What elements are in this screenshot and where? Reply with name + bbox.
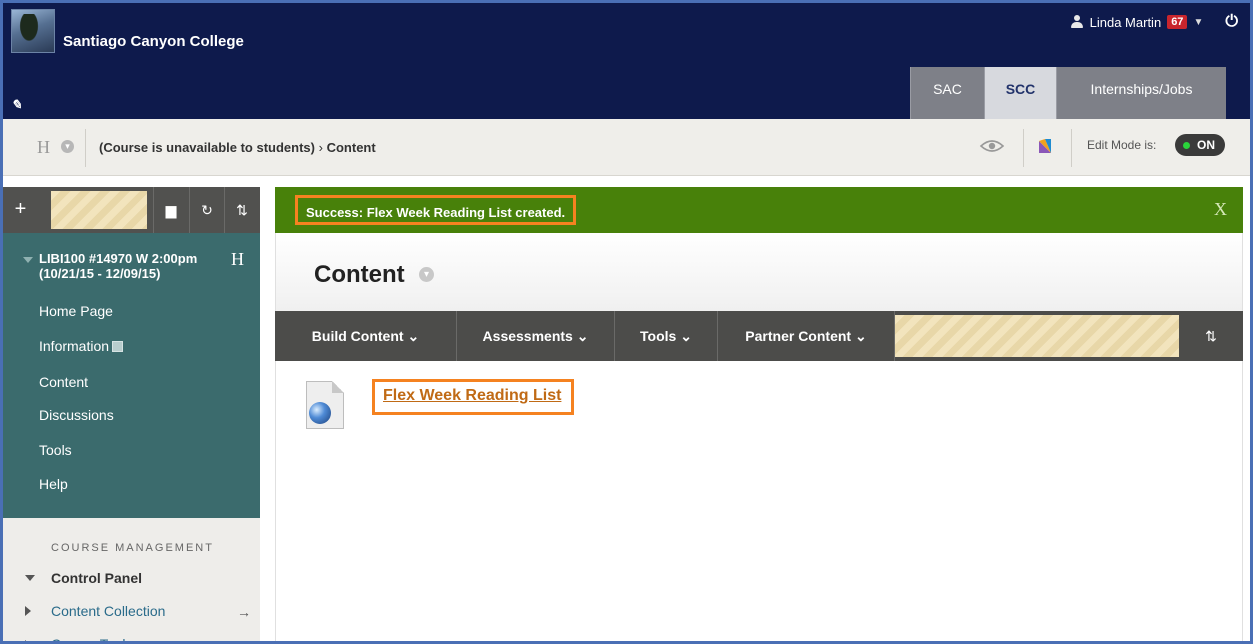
app-window: Santiago Canyon College ✎ Linda Martin 6…: [0, 0, 1253, 644]
user-name[interactable]: Linda Martin: [1090, 15, 1162, 30]
web-link-item-icon: [306, 381, 344, 429]
breadcrumb-course-status[interactable]: (Course is unavailable to students): [99, 140, 315, 155]
close-icon[interactable]: X: [1214, 199, 1227, 220]
status-dot-icon: [1183, 142, 1190, 149]
arrow-right-icon[interactable]: →: [237, 604, 251, 620]
tools-button[interactable]: Tools ⌄: [615, 311, 718, 361]
breadcrumb-separator: ›: [318, 140, 323, 155]
sidebar-item-discussions[interactable]: Discussions: [39, 407, 114, 423]
folder-icon[interactable]: ▆: [153, 187, 188, 233]
chevron-down-icon[interactable]: ▼: [1193, 17, 1203, 28]
control-panel-label[interactable]: Control Panel: [51, 570, 142, 586]
user-icon: [1070, 15, 1084, 29]
course-title[interactable]: LIBI100 #14970 W 2:00pm (10/21/15 - 12/0…: [39, 251, 219, 281]
power-icon[interactable]: ⏻: [1225, 13, 1238, 31]
sidebar-item-label: Information: [39, 338, 110, 354]
breadcrumb-current: Content: [326, 140, 376, 155]
page-title: Content: [314, 261, 405, 288]
divider: [85, 129, 86, 167]
hidden-item-icon: [112, 341, 124, 352]
success-message: Success: Flex Week Reading List created.: [295, 195, 577, 225]
expand-arrow-icon[interactable]: [25, 575, 35, 581]
college-logo[interactable]: [11, 9, 55, 53]
tab-internships-jobs[interactable]: Internships/Jobs: [1056, 67, 1226, 119]
content-collection-link[interactable]: Content Collection: [51, 603, 165, 619]
sidebar-item-help[interactable]: Help: [39, 476, 68, 492]
chevron-down-icon[interactable]: ▾: [61, 140, 74, 153]
tab-sac[interactable]: SAC: [910, 67, 984, 119]
build-content-button[interactable]: Build Content ⌄: [275, 311, 457, 361]
theme-palette-icon[interactable]: [1039, 139, 1051, 153]
content-area: Flex Week Reading List: [275, 361, 1243, 641]
course-menu-h-icon[interactable]: H: [37, 137, 50, 158]
collapse-arrow-icon[interactable]: [23, 257, 33, 263]
divider: [1023, 129, 1024, 167]
content-header: Content ▾: [275, 233, 1243, 311]
refresh-icon[interactable]: ↻: [189, 187, 224, 233]
course-h-icon[interactable]: H: [231, 249, 244, 270]
sort-icon[interactable]: ⇅: [1179, 311, 1243, 361]
edit-mode-label: Edit Mode is:: [1087, 138, 1157, 152]
pen-icon[interactable]: ✎: [11, 97, 22, 113]
success-banner: Success: Flex Week Reading List created.…: [275, 187, 1243, 233]
edit-mode-toggle[interactable]: ON: [1175, 134, 1225, 156]
course-menu: LIBI100 #14970 W 2:00pm (10/21/15 - 12/0…: [3, 233, 260, 518]
sidebar-toolbar-filler: [51, 191, 147, 229]
sort-icon[interactable]: ⇅: [224, 187, 259, 233]
collapsed-arrow-icon[interactable]: [25, 640, 31, 641]
partner-content-button[interactable]: Partner Content ⌄: [718, 311, 895, 361]
breadcrumb-bar: H ▾ (Course is unavailable to students) …: [3, 119, 1250, 176]
notification-badge[interactable]: 67: [1167, 15, 1188, 29]
user-menu[interactable]: Linda Martin 67 ▼ ⏻: [1070, 13, 1238, 31]
top-header: Santiago Canyon College ✎ Linda Martin 6…: [3, 3, 1250, 119]
content-item-link[interactable]: Flex Week Reading List: [383, 387, 561, 404]
action-bar-filler: [895, 315, 1179, 357]
chevron-down-icon[interactable]: ▾: [419, 267, 434, 282]
sidebar-item-tools[interactable]: Tools: [39, 442, 72, 458]
action-bar: Build Content ⌄ Assessments ⌄ Tools ⌄ Pa…: [275, 311, 1243, 361]
sidebar-item-content[interactable]: Content: [39, 374, 88, 390]
top-tabs: SAC SCC Internships/Jobs: [910, 67, 1226, 119]
content-item: Flex Week Reading List: [372, 379, 575, 415]
edit-mode-value: ON: [1197, 138, 1215, 152]
assessments-button[interactable]: Assessments ⌄: [457, 311, 615, 361]
sidebar-toolbar: + ▆ ↻ ⇅: [3, 187, 260, 233]
course-management-panel: COURSE MANAGEMENT Control Panel Content …: [3, 518, 260, 641]
sidebar-item-home-page[interactable]: Home Page: [39, 303, 113, 319]
course-management-label: COURSE MANAGEMENT: [51, 542, 214, 554]
sidebar-item-information[interactable]: Information: [39, 338, 124, 354]
divider: [1071, 129, 1072, 167]
collapsed-arrow-icon[interactable]: [25, 606, 31, 616]
college-name[interactable]: Santiago Canyon College: [63, 33, 244, 50]
breadcrumb: (Course is unavailable to students) › Co…: [99, 140, 376, 155]
course-tools-link[interactable]: Course Tools: [51, 636, 132, 641]
student-preview-icon[interactable]: [979, 137, 1005, 155]
tab-scc[interactable]: SCC: [984, 67, 1056, 119]
add-menu-item-icon[interactable]: +: [3, 187, 38, 233]
